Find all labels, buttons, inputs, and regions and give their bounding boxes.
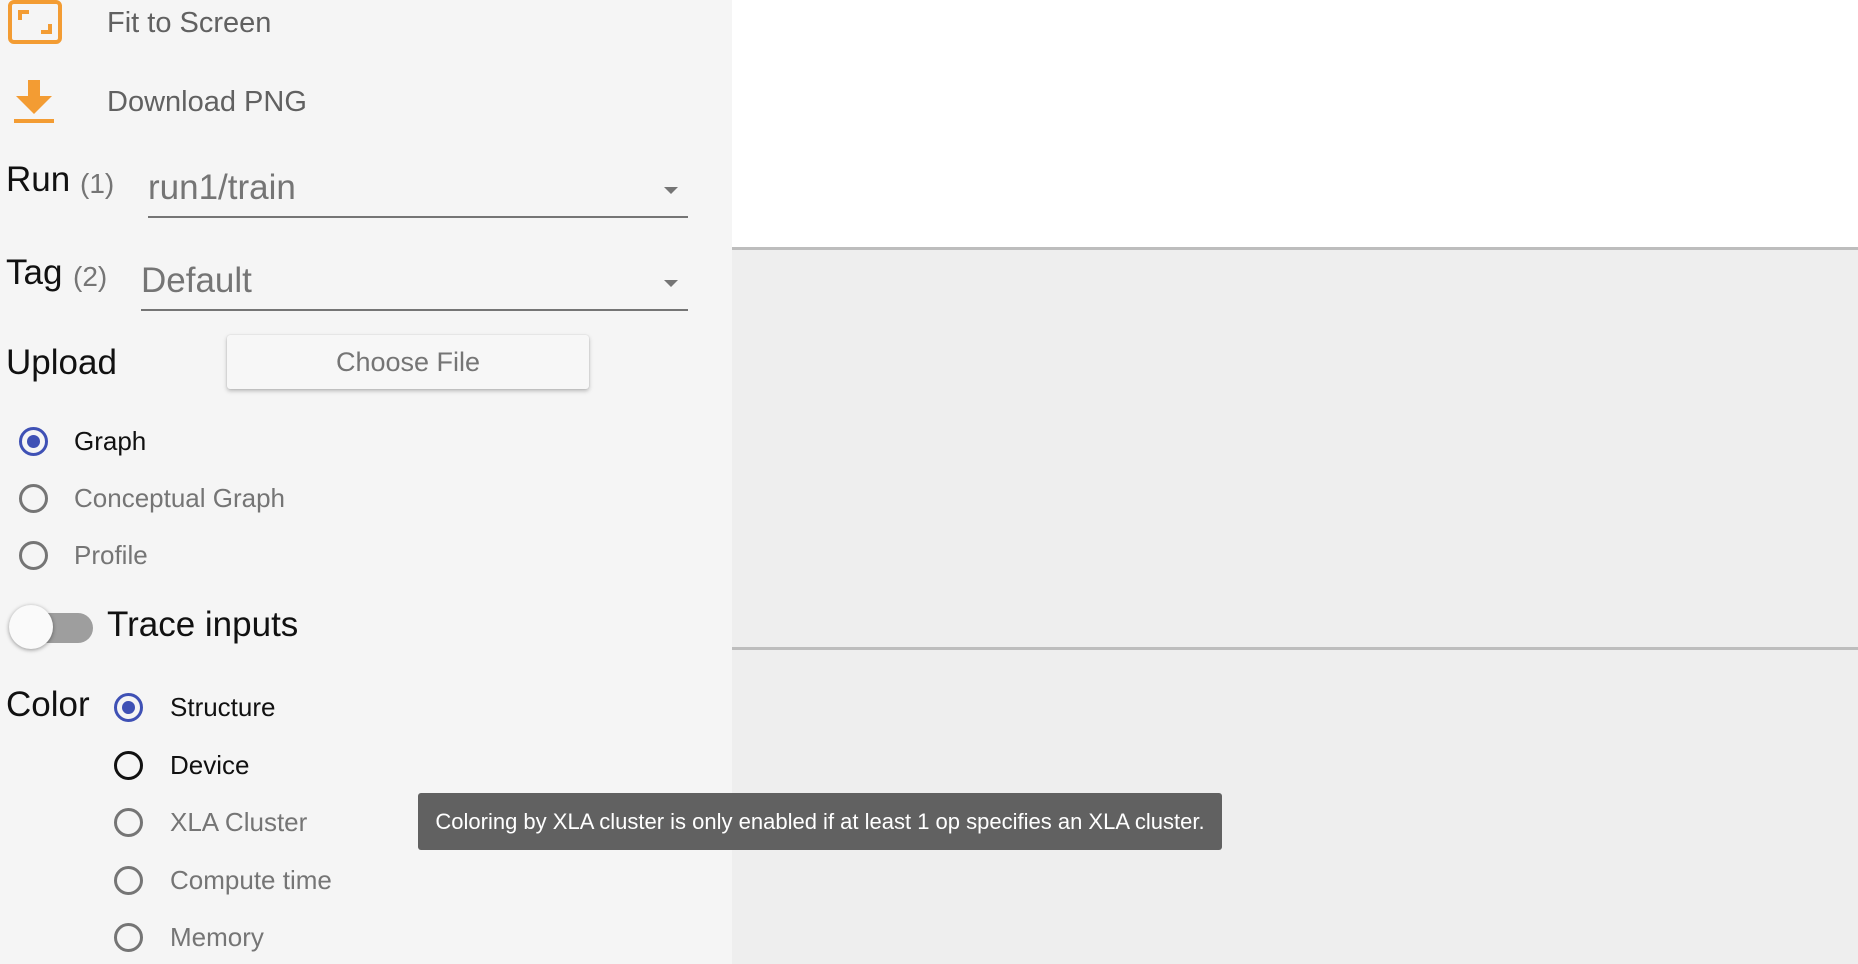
radio-graph[interactable]: [19, 426, 48, 456]
tag-select-value: Default: [141, 261, 252, 300]
color-label-compute-time: Compute time: [170, 864, 332, 895]
tag-select[interactable]: Default: [141, 253, 688, 311]
radio-memory[interactable]: [114, 922, 143, 952]
color-label-structure: Structure: [170, 691, 276, 722]
fit-to-screen-label: Fit to Screen: [107, 6, 272, 39]
run-count: (1): [80, 168, 115, 199]
tag-count: (2): [73, 261, 108, 292]
color-label-device: Device: [170, 749, 250, 780]
trace-inputs-label: Trace inputs: [107, 605, 299, 644]
fit-to-screen-icon: [8, 0, 62, 44]
graph-type-option-profile[interactable]: Profile: [0, 531, 300, 579]
tag-label: Tag: [6, 253, 63, 292]
graph-type-label-profile: Profile: [74, 539, 148, 570]
trace-inputs-toggle[interactable]: [5, 601, 93, 649]
radio-conceptual-graph[interactable]: [19, 483, 48, 513]
run-select-value: run1/train: [148, 168, 296, 207]
radio-compute-time[interactable]: [114, 865, 143, 895]
graph-type-option-conceptual-graph[interactable]: Conceptual Graph: [0, 474, 300, 522]
graph-type-label-graph: Graph: [74, 425, 147, 456]
radio-xla-cluster[interactable]: [114, 807, 143, 837]
run-select[interactable]: run1/train: [148, 160, 688, 218]
run-label: Run: [6, 160, 71, 199]
color-option-xla-cluster[interactable]: XLA Cluster: [95, 798, 395, 846]
toggle-knob[interactable]: [9, 605, 53, 649]
color-option-device[interactable]: Device: [95, 741, 395, 789]
graph-canvas-middle-panel: [732, 250, 1858, 647]
radio-device[interactable]: [114, 750, 143, 780]
download-png-button[interactable]: Download PNG: [0, 72, 340, 132]
fit-to-screen-button[interactable]: Fit to Screen: [0, 0, 340, 53]
dropdown-arrow-icon: [664, 280, 678, 287]
graph-type-label-conceptual-graph: Conceptual Graph: [74, 482, 286, 513]
color-option-memory[interactable]: Memory: [95, 913, 395, 961]
radio-profile[interactable]: [19, 540, 48, 570]
divider: [732, 647, 1858, 650]
color-label-memory: Memory: [170, 921, 264, 952]
download-icon: [14, 80, 54, 123]
radio-structure[interactable]: [114, 692, 143, 722]
download-png-label: Download PNG: [107, 85, 307, 118]
dropdown-arrow-icon: [664, 187, 678, 194]
color-label-xla-cluster: XLA Cluster: [170, 806, 308, 837]
graph-canvas-top-panel: [732, 0, 1858, 247]
upload-label: Upload: [6, 343, 117, 382]
choose-file-button[interactable]: Choose File: [227, 335, 589, 389]
color-option-compute-time[interactable]: Compute time: [95, 856, 395, 904]
color-option-structure[interactable]: Structure: [95, 683, 395, 731]
graph-type-option-graph[interactable]: Graph: [0, 417, 300, 465]
xla-cluster-tooltip: Coloring by XLA cluster is only enabled …: [418, 793, 1222, 850]
color-label: Color: [6, 685, 90, 724]
